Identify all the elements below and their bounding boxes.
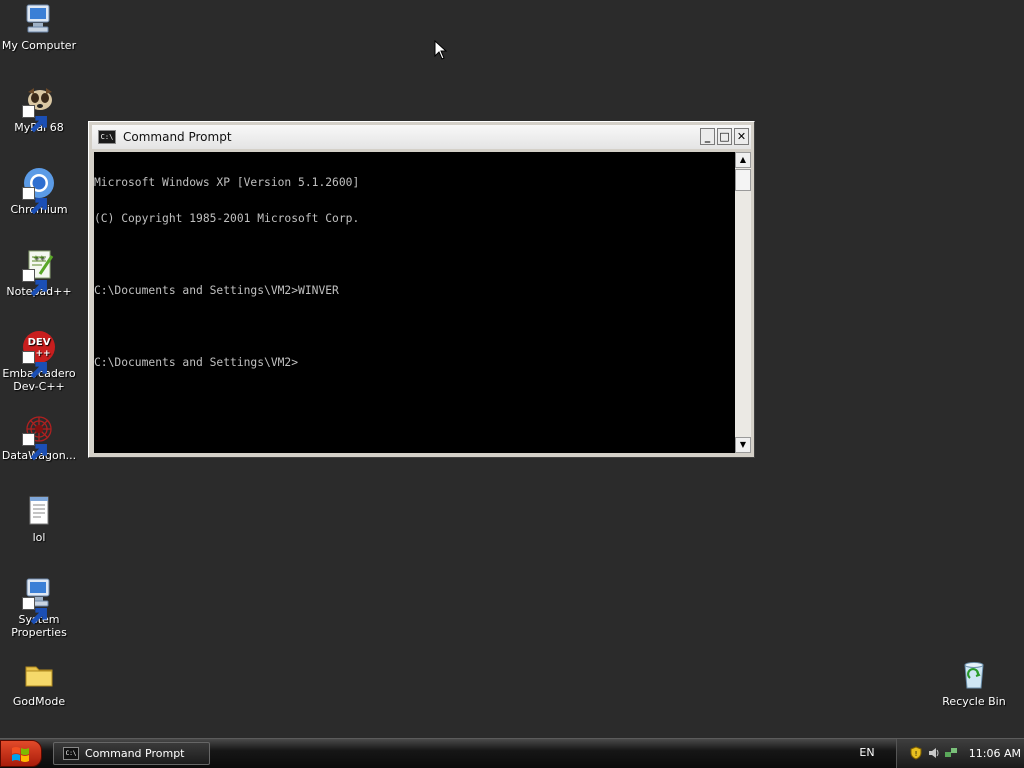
desktop-icon-chromium[interactable]: Chromium [1,166,77,216]
svg-text:++: ++ [33,254,45,262]
desktop-icon-label: Recycle Bin [942,695,1006,708]
scroll-down-button[interactable]: ▼ [735,437,751,453]
taskbar: C:\ Command Prompt EN ! 11:06 AM [0,738,1024,768]
desktop-icon-lol[interactable]: lol [1,494,77,544]
taskbar-button-label: Command Prompt [85,747,185,760]
shortcut-arrow-icon [22,105,47,133]
recycle-bin-icon [957,658,991,692]
desktop-icon-label: lol [32,531,46,544]
desktop-icon-dev-cpp[interactable]: DEV ++ Embarcadero Dev-C++ [1,330,77,393]
mypal-browser-icon [22,84,56,133]
desktop-icon-label: GodMode [12,695,66,708]
window-title: Command Prompt [123,130,232,144]
desktop-icon-recycle-bin[interactable]: Recycle Bin [936,658,1012,708]
scroll-up-button[interactable]: ▲ [735,152,751,168]
desktop-icon-datawagon[interactable]: DataWagon... [1,412,77,462]
system-tray: ! 11:06 AM [896,739,1024,768]
datawagon-icon [22,412,56,461]
command-prompt-window[interactable]: C:\ Command Prompt _ □ ✕ Microsoft Windo… [88,121,755,458]
notepad-plus-plus-icon: ++ [22,248,56,297]
shortcut-arrow-icon [22,351,47,379]
shortcut-arrow-icon [22,269,47,297]
scrollbar-thumb[interactable] [735,169,751,191]
desktop-icon-godmode[interactable]: GodMode [1,658,77,708]
security-shield-icon[interactable]: ! [909,746,923,760]
desktop-icon-notepad-plus-plus[interactable]: ++ Notepad++ [1,248,77,298]
shortcut-arrow-icon [22,597,47,625]
taskbar-button-command-prompt[interactable]: C:\ Command Prompt [53,742,210,765]
clock[interactable]: 11:06 AM [963,739,1021,768]
system-properties-icon [22,576,56,625]
svg-text:!: ! [915,750,918,758]
dev-cpp-icon: DEV ++ [22,330,56,379]
command-prompt-icon: C:\ [98,130,116,144]
dev-cpp-badge-text: DEV [28,337,51,348]
start-button[interactable] [0,740,42,767]
desktop-icon-mypal[interactable]: MyPal 68 [1,84,77,134]
console-line: Microsoft Windows XP [Version 5.1.2600] [94,176,360,189]
desktop-icon-system-properties[interactable]: System Properties [1,576,77,639]
windows-logo-icon [12,747,29,762]
command-prompt-icon: C:\ [63,747,79,760]
desktop-icon-my-computer[interactable]: My Computer [1,2,77,52]
my-computer-icon [22,2,56,36]
window-titlebar[interactable]: C:\ Command Prompt _ □ ✕ [92,125,751,149]
shortcut-arrow-icon [22,433,47,461]
console-line: (C) Copyright 1985-2001 Microsoft Corp. [94,212,360,225]
minimize-button[interactable]: _ [700,128,715,145]
mouse-cursor-icon [434,40,448,60]
console-line: C:\Documents and Settings\VM2>WINVER [94,284,339,297]
network-icon[interactable] [944,746,958,760]
vertical-scrollbar[interactable]: ▲ ▼ [735,152,751,453]
language-indicator[interactable]: EN [856,744,878,762]
desktop-icon-label: My Computer [1,39,77,52]
console-prompt-line: C:\Documents and Settings\VM2> [94,356,299,369]
speaker-icon[interactable] [927,746,941,760]
folder-icon [22,658,56,692]
console-output[interactable]: Microsoft Windows XP [Version 5.1.2600] … [94,152,735,453]
shortcut-arrow-icon [22,187,47,215]
chromium-icon [22,166,56,215]
close-button[interactable]: ✕ [734,128,749,145]
maximize-button[interactable]: □ [717,128,732,145]
text-document-icon [22,494,56,528]
